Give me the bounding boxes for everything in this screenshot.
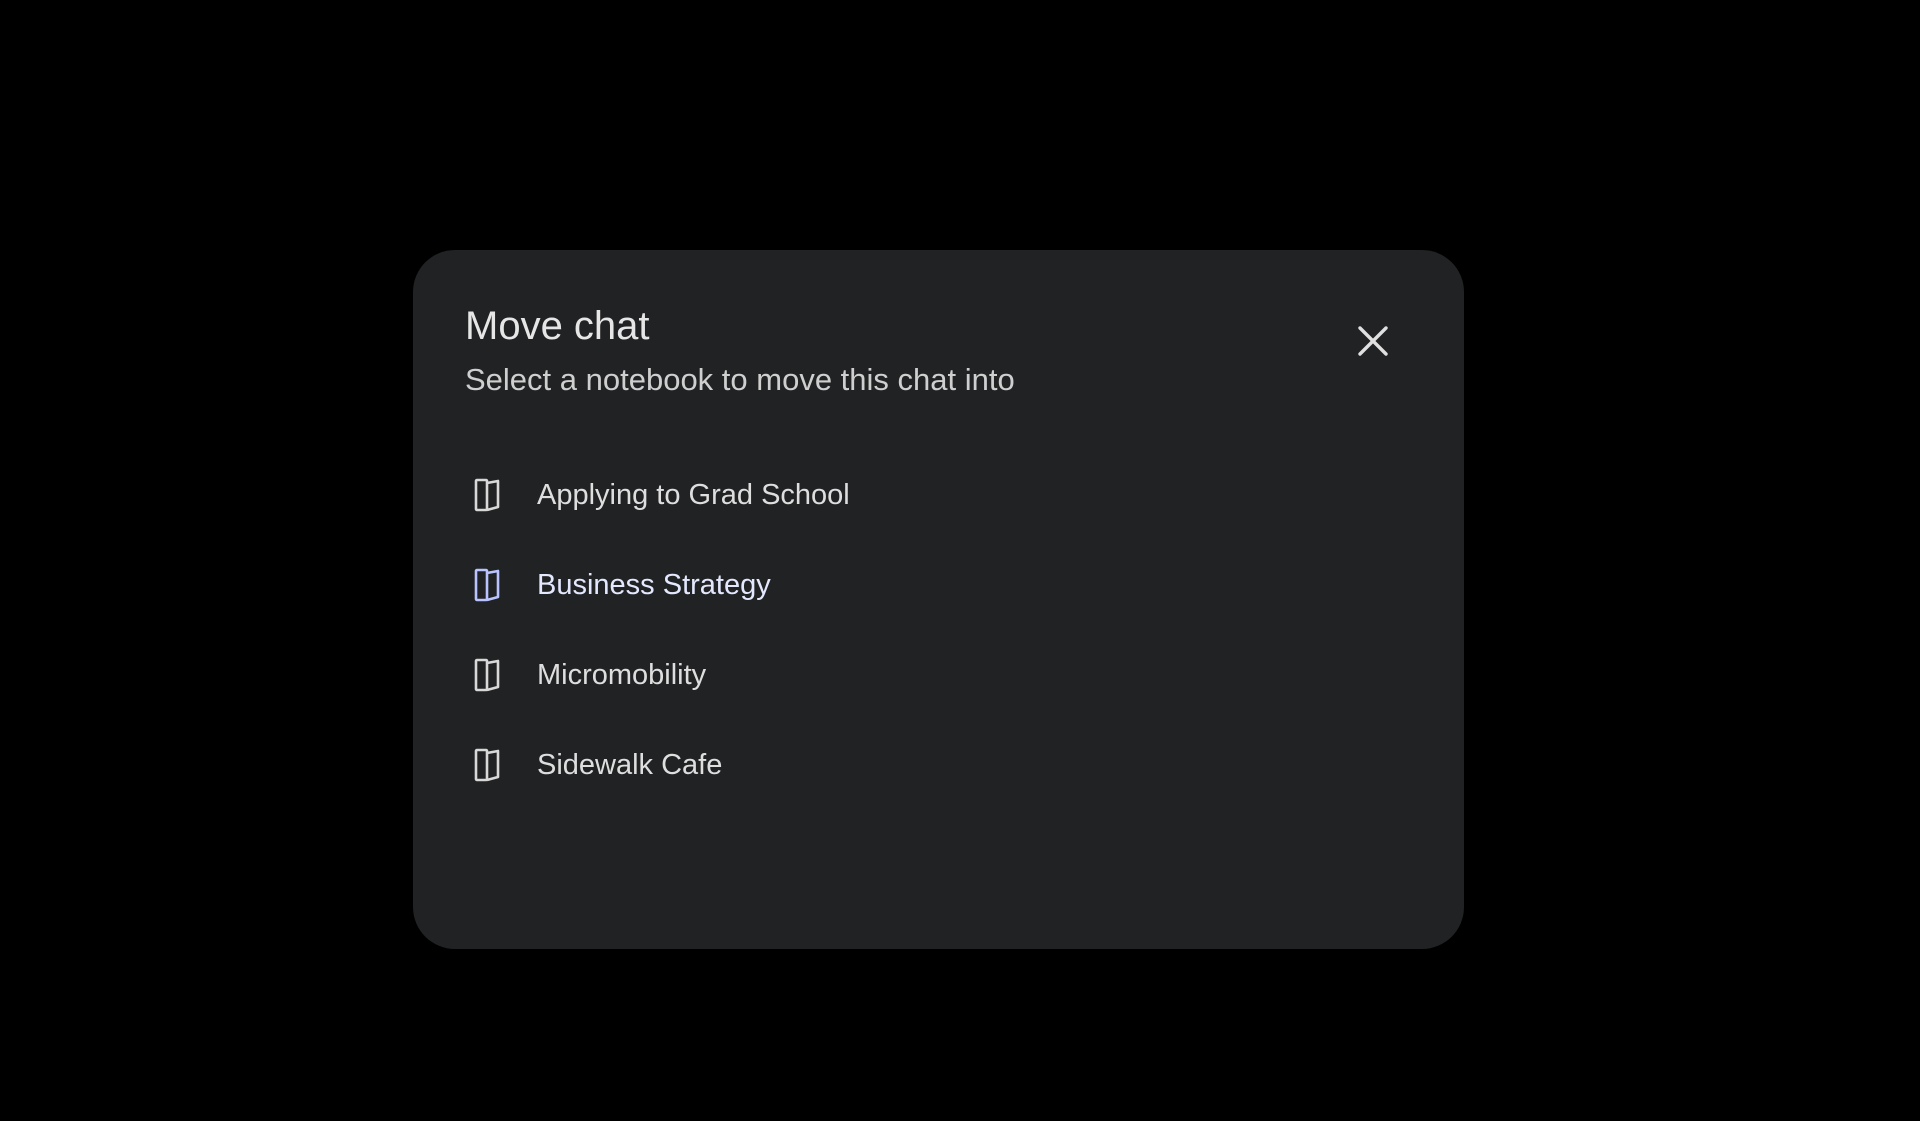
notebook-label: Business Strategy (537, 568, 771, 601)
close-button[interactable] (1348, 316, 1398, 366)
modal-backdrop[interactable]: Move chat Select a notebook to move this… (0, 0, 1920, 1121)
notebook-icon (465, 472, 511, 518)
notebook-icon (465, 742, 511, 788)
notebook-label: Micromobility (537, 658, 707, 691)
dialog-subtitle: Select a notebook to move this chat into (465, 362, 1015, 397)
close-icon (1358, 326, 1388, 356)
notebook-icon (465, 652, 511, 698)
notebook-item-business-strategy[interactable]: Business Strategy (465, 540, 1405, 630)
dialog-title: Move chat (465, 304, 650, 348)
notebook-item-micromobility[interactable]: Micromobility (465, 630, 1405, 720)
notebook-label: Sidewalk Cafe (537, 748, 723, 781)
notebook-item-sidewalk-cafe[interactable]: Sidewalk Cafe (465, 720, 1405, 810)
notebook-list: Applying to Grad School Business Strateg… (465, 450, 1405, 810)
notebook-icon (465, 562, 511, 608)
notebook-label: Applying to Grad School (537, 478, 850, 511)
notebook-item-applying-to-grad-school[interactable]: Applying to Grad School (465, 450, 1405, 540)
move-chat-dialog: Move chat Select a notebook to move this… (413, 250, 1464, 949)
